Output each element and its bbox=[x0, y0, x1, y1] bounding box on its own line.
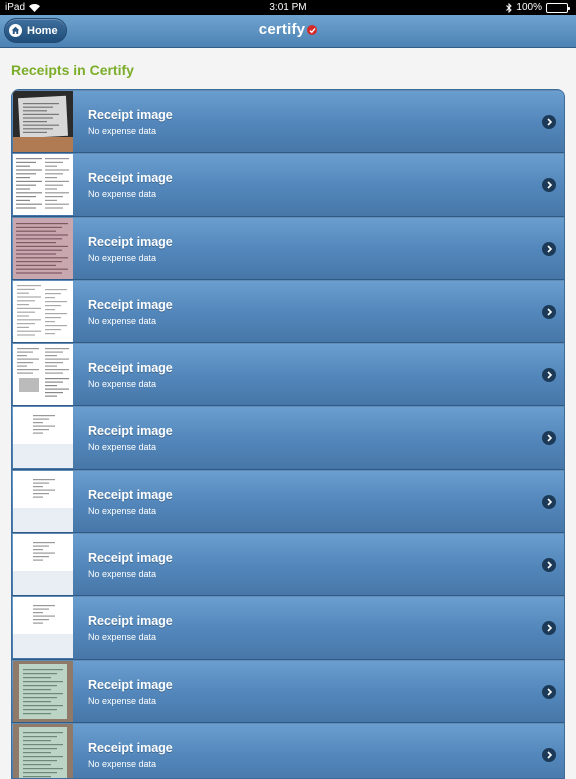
receipt-title: Receipt image bbox=[88, 740, 173, 755]
receipt-row[interactable]: Receipt image No expense data bbox=[12, 596, 564, 660]
receipt-thumbnail bbox=[13, 154, 73, 216]
section-title: Receipts in Certify bbox=[11, 62, 134, 78]
bluetooth-icon bbox=[506, 2, 513, 13]
receipt-subtitle: No expense data bbox=[88, 126, 157, 136]
receipt-title: Receipt image bbox=[88, 234, 173, 249]
receipt-subtitle: No expense data bbox=[88, 442, 157, 453]
chevron-right-icon[interactable] bbox=[542, 621, 556, 636]
chevron-right-icon[interactable] bbox=[542, 494, 556, 509]
chevron-right-icon[interactable] bbox=[542, 684, 556, 699]
receipt-thumbnail bbox=[13, 344, 73, 406]
receipt-thumbnail bbox=[13, 217, 73, 279]
receipt-subtitle: No expense data bbox=[88, 758, 157, 769]
receipt-row[interactable]: Receipt image No expense data bbox=[12, 216, 564, 280]
receipt-subtitle: No expense data bbox=[88, 379, 157, 390]
receipt-title: Receipt image bbox=[88, 614, 173, 629]
clock: 3:01 PM bbox=[269, 2, 307, 13]
chevron-right-icon[interactable] bbox=[542, 304, 556, 319]
receipt-row[interactable]: Receipt image No expense data bbox=[12, 659, 564, 723]
receipt-title: Receipt image bbox=[88, 108, 173, 122]
receipt-row[interactable]: Receipt image No expense data bbox=[12, 533, 564, 597]
receipt-subtitle: No expense data bbox=[88, 505, 157, 516]
wifi-icon bbox=[29, 3, 41, 12]
receipt-title: Receipt image bbox=[88, 297, 173, 312]
nav-bar: Home certify bbox=[0, 15, 576, 48]
chevron-right-icon[interactable] bbox=[542, 747, 556, 762]
receipt-subtitle: No expense data bbox=[88, 632, 157, 643]
status-bar: iPad 3:01 PM 100% bbox=[0, 0, 576, 15]
receipt-title: Receipt image bbox=[88, 171, 173, 186]
chevron-right-icon[interactable] bbox=[542, 115, 556, 129]
brand-logo: certify bbox=[0, 21, 576, 38]
receipt-title: Receipt image bbox=[88, 677, 173, 692]
carrier-label: iPad bbox=[5, 2, 26, 13]
receipt-subtitle: No expense data bbox=[88, 189, 157, 200]
chevron-right-icon[interactable] bbox=[542, 431, 556, 446]
receipt-title: Receipt image bbox=[88, 551, 173, 566]
battery-icon bbox=[546, 2, 570, 13]
receipt-thumbnail bbox=[13, 597, 73, 659]
brand-name: certify bbox=[258, 21, 306, 38]
receipt-row[interactable]: Receipt image No expense data bbox=[12, 279, 564, 344]
receipt-subtitle: No expense data bbox=[88, 252, 157, 263]
battery-percent: 100% bbox=[516, 2, 542, 13]
receipt-row[interactable]: Receipt image No expense data bbox=[12, 406, 564, 470]
receipt-title: Receipt image bbox=[88, 424, 173, 439]
chevron-right-icon[interactable] bbox=[542, 241, 556, 256]
receipt-subtitle: No expense data bbox=[88, 569, 157, 580]
receipt-subtitle: No expense data bbox=[88, 695, 157, 706]
receipt-row[interactable]: Receipt image No expense data bbox=[12, 469, 564, 534]
receipt-row[interactable]: Receipt image No expense data bbox=[12, 90, 564, 154]
receipt-thumbnail bbox=[13, 534, 73, 596]
receipt-thumbnail bbox=[13, 470, 73, 532]
status-left: iPad bbox=[5, 2, 41, 13]
receipt-thumbnail bbox=[13, 91, 73, 152]
receipt-thumbnail bbox=[13, 660, 73, 722]
receipt-thumbnail bbox=[13, 407, 73, 469]
check-badge-icon bbox=[307, 25, 318, 35]
chevron-right-icon[interactable] bbox=[542, 178, 556, 193]
receipt-row[interactable]: Receipt image No expense data bbox=[12, 722, 564, 778]
receipt-row[interactable]: Receipt image No expense data bbox=[12, 153, 564, 217]
receipt-subtitle: No expense data bbox=[88, 315, 157, 326]
status-right: 100% bbox=[506, 2, 571, 13]
chevron-right-icon[interactable] bbox=[542, 558, 556, 573]
receipt-thumbnail bbox=[13, 723, 73, 778]
receipt-title: Receipt image bbox=[88, 487, 173, 502]
receipt-row[interactable]: Receipt image No expense data bbox=[12, 343, 564, 407]
receipt-title: Receipt image bbox=[88, 361, 173, 376]
receipt-list: Receipt image No expense data Receipt ima… bbox=[11, 89, 565, 779]
receipt-thumbnail bbox=[13, 280, 73, 342]
chevron-right-icon[interactable] bbox=[542, 368, 556, 383]
